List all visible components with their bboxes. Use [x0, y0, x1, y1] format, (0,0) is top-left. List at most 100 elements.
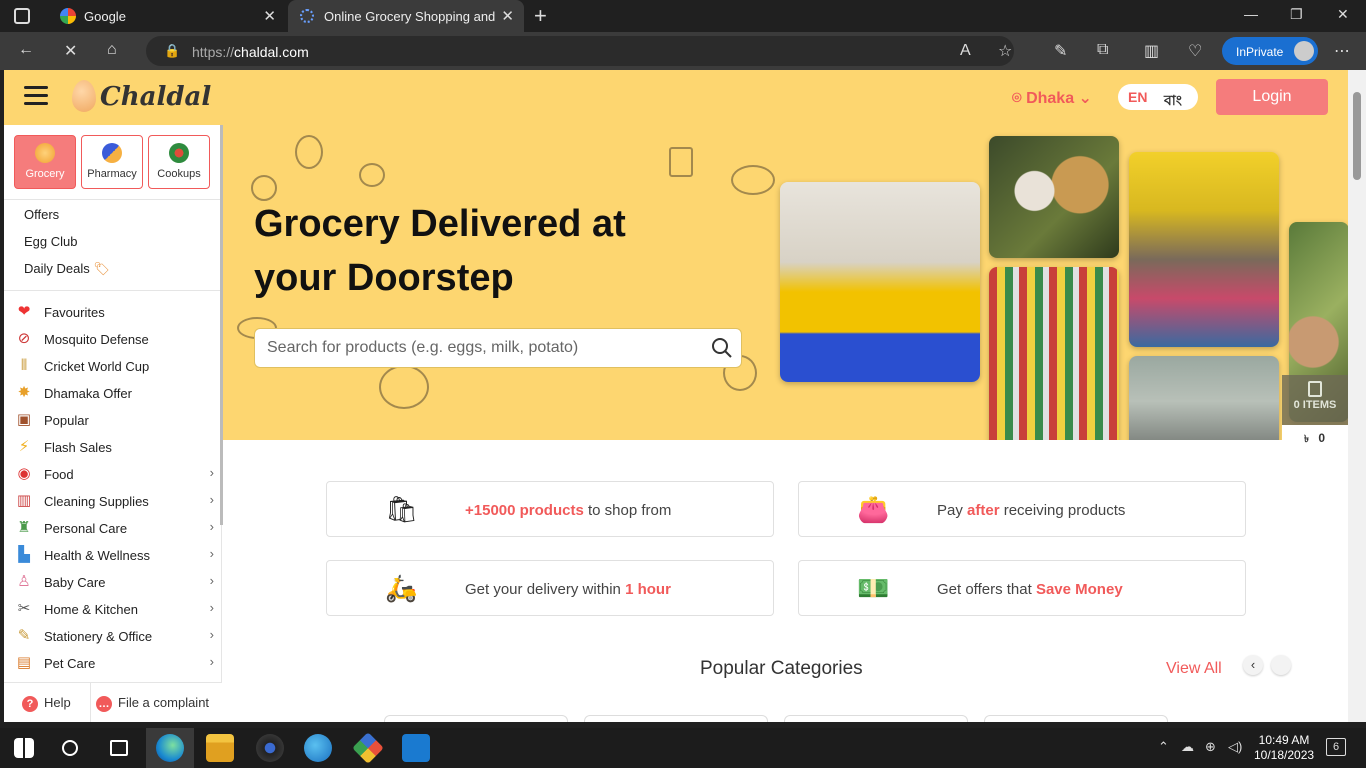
delivery-person-photo: [780, 182, 980, 382]
sidebar-item-cricket-world-cup[interactable]: ⦀ Cricket World Cup: [14, 357, 214, 379]
more-menu-icon[interactable]: ⋯: [1334, 41, 1350, 61]
extensions-icon[interactable]: ⧉: [1097, 41, 1108, 59]
pen-icon[interactable]: ✎: [1054, 41, 1067, 61]
file-explorer-icon[interactable]: [206, 734, 234, 762]
milk-doodle-icon: [669, 147, 693, 177]
tab-actions-icon[interactable]: [14, 8, 30, 24]
taskbar-clock[interactable]: 10:49 AM 10/18/2023: [1254, 733, 1314, 763]
loading-icon: [300, 9, 314, 23]
sidebar-item-popular[interactable]: ▣ Popular: [14, 411, 214, 433]
carousel-prev-button[interactable]: ‹: [1243, 655, 1263, 675]
category-card[interactable]: [784, 715, 968, 722]
read-aloud-icon[interactable]: A: [960, 42, 971, 60]
chevron-right-icon: ›: [209, 465, 214, 480]
sidebar-item-dhamaka-offer[interactable]: ✸ Dhamaka Offer: [14, 384, 214, 406]
network-globe-icon[interactable]: ⊕: [1205, 739, 1216, 755]
search-icon[interactable]: [711, 337, 733, 359]
vscode-icon[interactable]: [402, 734, 430, 762]
address-bar[interactable]: 🔒 https://chaldal.com A ☆: [146, 36, 1014, 66]
tab-pharmacy[interactable]: Pharmacy: [81, 135, 143, 189]
sidebar-item-health-wellness[interactable]: ▙ Health & Wellness ›: [14, 546, 214, 568]
camera-app-icon[interactable]: [256, 734, 284, 762]
edge-browser-icon[interactable]: [156, 734, 184, 762]
wallet-icon: 👛: [857, 494, 890, 524]
mosquito-icon: ⊘: [17, 330, 31, 347]
site-header: Chaldal ⌾ Dhaka ⌄ EN বাং Login: [4, 70, 1348, 125]
category-card[interactable]: [584, 715, 768, 722]
tab-cookups[interactable]: Cookups: [148, 135, 210, 189]
close-icon[interactable]: ✕: [263, 7, 276, 25]
egg-logo-icon: [72, 80, 96, 112]
minimize-icon[interactable]: —: [1244, 6, 1258, 22]
location-selector[interactable]: ⌾ Dhaka ⌄: [1012, 88, 1092, 108]
tab-google[interactable]: Google ✕: [48, 0, 286, 32]
search-box[interactable]: [254, 328, 742, 368]
search-input[interactable]: [255, 329, 695, 367]
volume-icon[interactable]: ◁): [1228, 739, 1242, 755]
feature-products: 🛍 +15000 products to shop from: [326, 481, 774, 537]
home-icon[interactable]: ⌂: [107, 41, 117, 59]
cart-widget[interactable]: 0 ITEMS ৳ 0: [1282, 375, 1348, 450]
link-daily-deals[interactable]: Daily Deals 🏷: [24, 261, 110, 277]
divider: [4, 199, 221, 200]
help-button[interactable]: ? Help: [22, 695, 71, 712]
cricket-icon: ⦀: [20, 357, 28, 374]
sidebar-item-favourites[interactable]: ❤ Favourites: [14, 303, 214, 325]
chevron-right-icon: ›: [209, 546, 214, 561]
tray-chevron-icon[interactable]: ⌃: [1158, 739, 1169, 755]
complaint-button[interactable]: … File a complaint: [96, 695, 209, 712]
sidebar-item-home-kitchen[interactable]: ✂ Home & Kitchen ›: [14, 600, 214, 622]
restore-icon[interactable]: ❐: [1290, 6, 1303, 23]
sidebar-item-stationery-office[interactable]: ✎ Stationery & Office ›: [14, 627, 214, 649]
page-scrollbar[interactable]: [1348, 70, 1366, 722]
git-app-icon[interactable]: [352, 732, 384, 764]
tab-chaldal[interactable]: Online Grocery Shopping and De ✕: [288, 0, 524, 32]
notifications-icon[interactable]: 6: [1326, 738, 1346, 756]
heart-icon: ❤: [17, 303, 31, 320]
weather-cloud-icon[interactable]: ☁: [1181, 739, 1194, 755]
popular-categories-title: Popular Categories: [700, 658, 863, 679]
favorite-star-icon[interactable]: ☆: [998, 41, 1012, 61]
windows-start-icon[interactable]: [14, 738, 34, 758]
sidebar-item-pet-care[interactable]: ▤ Pet Care ›: [14, 654, 214, 676]
hamburger-menu-icon[interactable]: [24, 86, 48, 106]
category-card[interactable]: [384, 715, 568, 722]
carousel-next-button[interactable]: [1271, 655, 1291, 675]
app-icon[interactable]: [304, 734, 332, 762]
link-egg-club[interactable]: Egg Club: [24, 234, 77, 249]
close-icon[interactable]: ✕: [501, 7, 514, 25]
lang-en[interactable]: EN: [1128, 89, 1147, 105]
category-card[interactable]: [984, 715, 1168, 722]
sidebar-item-personal-care[interactable]: ♜ Personal Care ›: [14, 519, 214, 541]
search-icon[interactable]: [62, 740, 78, 756]
sidebar-item-baby-care[interactable]: ♙ Baby Care ›: [14, 573, 214, 595]
tab-grocery[interactable]: Grocery: [14, 135, 76, 189]
avatar: [1294, 41, 1314, 61]
divider: [4, 290, 221, 291]
chevron-left-icon: ‹: [1250, 657, 1256, 672]
view-all-link[interactable]: View All: [1166, 660, 1222, 678]
login-button[interactable]: Login: [1216, 79, 1328, 115]
window-close-icon[interactable]: ✕: [1337, 6, 1349, 23]
site-logo[interactable]: Chaldal: [100, 82, 211, 112]
chevron-right-icon: ›: [209, 627, 214, 642]
performance-icon[interactable]: ♡: [1188, 41, 1202, 61]
chevron-right-icon: ›: [209, 573, 214, 588]
scrollbar-thumb[interactable]: [1353, 92, 1361, 180]
url-text: https://chaldal.com: [192, 44, 309, 60]
inprivate-button[interactable]: InPrivate: [1222, 37, 1318, 65]
sidebar-item-flash-sales[interactable]: ⚡ Flash Sales: [14, 438, 214, 460]
pet-icon: ▤: [16, 654, 32, 671]
split-screen-icon[interactable]: ▥: [1144, 41, 1159, 61]
back-icon[interactable]: ←: [18, 41, 34, 59]
sidebar-item-cleaning-supplies[interactable]: ▥ Cleaning Supplies ›: [14, 492, 214, 514]
new-tab-icon[interactable]: +: [534, 3, 547, 29]
sidebar-item-mosquito-defense[interactable]: ⊘ Mosquito Defense: [14, 330, 214, 352]
cart-total: ৳ 0: [1282, 425, 1348, 450]
language-toggle[interactable]: EN বাং: [1118, 84, 1198, 110]
link-offers[interactable]: Offers: [24, 207, 59, 222]
sidebar-item-food[interactable]: ◉ Food ›: [14, 465, 214, 487]
lang-bn[interactable]: বাং: [1164, 89, 1182, 113]
stop-icon[interactable]: ✕: [64, 41, 77, 61]
task-view-icon[interactable]: [110, 740, 128, 756]
